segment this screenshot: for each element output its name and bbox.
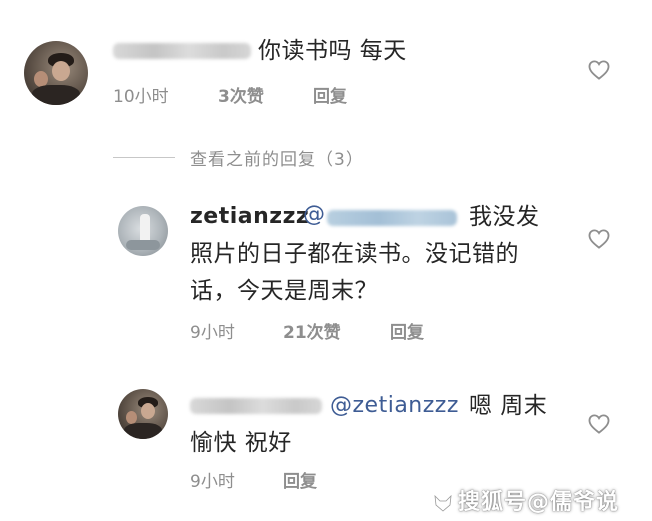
username-redacted[interactable] — [113, 43, 251, 59]
comment-time: 9小时 — [190, 472, 235, 492]
heart-outline-icon[interactable] — [588, 229, 610, 249]
reply-mention[interactable]: @zetianzzz — [330, 389, 459, 423]
reply-button[interactable]: 回复 — [390, 318, 424, 343]
like-count-button[interactable]: 21次赞 — [283, 318, 341, 343]
reply-text-line1: 我没发 — [469, 204, 540, 230]
watermark: 搜狐号@儒爷说 — [432, 484, 619, 516]
comment-text: 你读书吗 每天 — [258, 38, 407, 64]
mention-at-sign[interactable]: @ — [303, 202, 325, 227]
avatar[interactable] — [118, 206, 168, 256]
avatar[interactable] — [24, 41, 88, 105]
mention-redacted[interactable] — [327, 210, 457, 226]
comment-time: 9小时 — [190, 323, 235, 343]
watermark-text: 搜狐号@儒爷说 — [458, 490, 620, 515]
view-previous-replies-button[interactable]: 查看之前的回复（3） — [190, 145, 364, 170]
heart-outline-icon[interactable] — [588, 414, 610, 434]
divider-line — [113, 157, 175, 158]
reply-text-line3: 话，今天是周末？ — [190, 278, 378, 304]
like-count-button[interactable]: 3次赞 — [218, 82, 264, 107]
reply-username[interactable]: zetianzzz — [190, 200, 309, 234]
sohu-fox-icon — [434, 494, 452, 512]
username-redacted[interactable] — [190, 398, 322, 414]
reply-button[interactable]: 回复 — [283, 467, 317, 492]
reply-text-line2: 照片的日子都在读书。没记错的 — [190, 241, 519, 267]
reply-text-line1: 嗯 周末 — [469, 393, 548, 419]
reply-text-line2: 愉快 祝好 — [190, 430, 292, 456]
reply-button[interactable]: 回复 — [313, 82, 347, 107]
heart-outline-icon[interactable] — [588, 60, 610, 80]
comment-time: 10小时 — [113, 87, 169, 107]
avatar[interactable] — [118, 389, 168, 439]
